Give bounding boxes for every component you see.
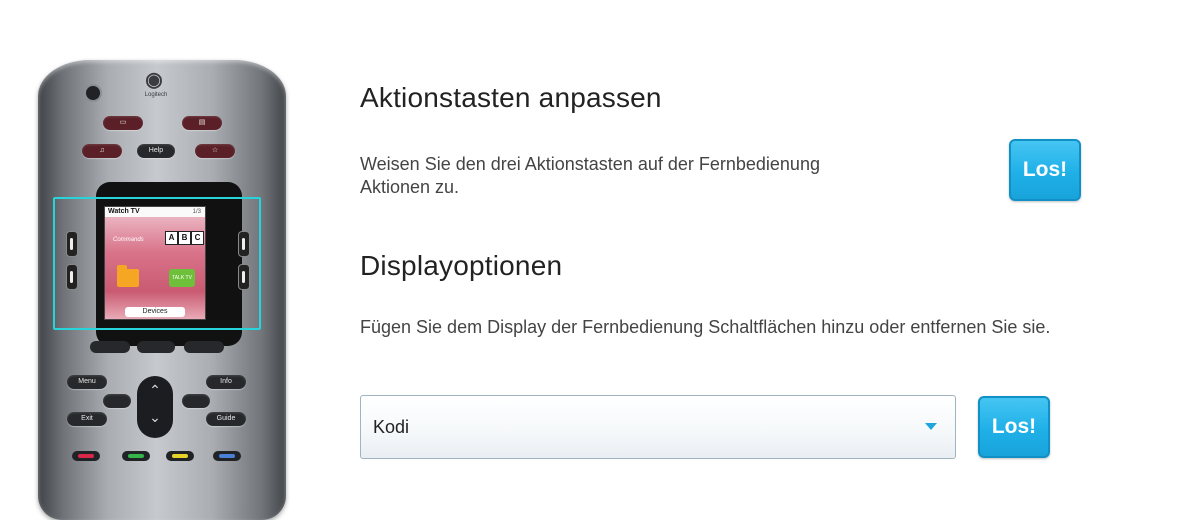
remote-illustration: ◉ Logitech ▭ ▤ ♫ Help ☆ Watch TV 1/3 Com… xyxy=(0,0,330,520)
remote-blue-button xyxy=(213,451,241,461)
customize-action-buttons-go-button[interactable]: Los! xyxy=(1009,139,1081,201)
remote-exit-button: Exit xyxy=(67,412,107,426)
section-title-action-buttons: Aktionstasten anpassen xyxy=(360,82,662,113)
chevron-down-icon: ⌄ xyxy=(149,409,161,425)
logitech-logo-icon: ◉ xyxy=(145,69,163,91)
remote-center-button xyxy=(137,341,175,353)
remote-guide-button: Guide xyxy=(206,412,246,426)
display-options-select-value: Kodi xyxy=(373,417,410,437)
power-button-icon xyxy=(84,84,102,102)
remote-small-button-right xyxy=(182,394,210,408)
remote-arrow-pad: ⌃ ⌄ xyxy=(137,376,173,438)
display-options-select[interactable]: Kodi xyxy=(360,395,956,459)
section-description-action-buttons: Weisen Sie den drei Aktionstasten auf de… xyxy=(360,154,820,197)
remote-red-button xyxy=(72,451,100,461)
remote-help-button: Help xyxy=(137,144,175,158)
remote-brand-label: Logitech xyxy=(144,92,168,98)
remote-prev-button xyxy=(90,341,130,353)
section-title-display-options: Displayoptionen xyxy=(360,250,563,281)
remote-yellow-button xyxy=(166,451,194,461)
chevron-up-icon: ⌃ xyxy=(149,382,161,398)
remote-next-button xyxy=(184,341,224,353)
remote-media-button: ▤ xyxy=(182,116,222,130)
remote-green-button xyxy=(122,451,150,461)
action-buttons-highlight xyxy=(53,197,261,330)
remote-light-button: ☆ xyxy=(195,144,235,158)
display-options-go-button[interactable]: Los! xyxy=(978,396,1050,458)
remote-info-button: Info xyxy=(206,375,246,389)
remote-tv-button: ▭ xyxy=(103,116,143,130)
chevron-down-icon xyxy=(925,423,937,430)
section-description-display-options: Fügen Sie dem Display der Fernbedienung … xyxy=(360,317,1051,337)
remote-small-button-left xyxy=(103,394,131,408)
remote-menu-button: Menu xyxy=(67,375,107,389)
remote-music-button: ♫ xyxy=(82,144,122,158)
